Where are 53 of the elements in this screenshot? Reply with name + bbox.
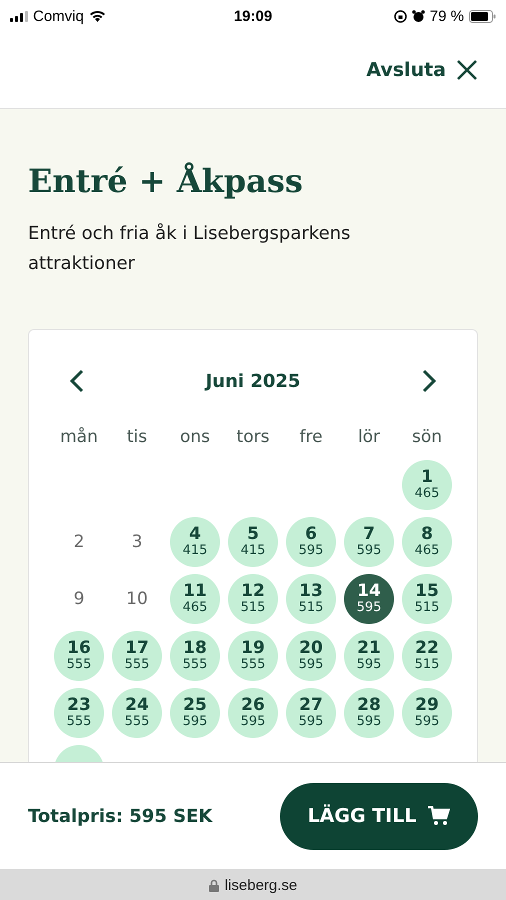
calendar-day[interactable]: 22 515 bbox=[402, 631, 452, 681]
page-subtitle: Entré och fria åk i Lisebergsparkens attraktioner bbox=[28, 222, 352, 276]
calendar-day[interactable]: 1 465 bbox=[402, 460, 452, 510]
calendar-day: 3 bbox=[132, 532, 142, 552]
month-title: Juni 2025 bbox=[206, 370, 300, 392]
calendar-day[interactable]: 24 555 bbox=[112, 688, 162, 738]
calendar-day[interactable]: 21 595 bbox=[344, 631, 394, 681]
calendar-day[interactable]: 12 515 bbox=[228, 574, 278, 624]
calendar-day: 9 bbox=[74, 589, 84, 609]
cart-icon bbox=[428, 806, 450, 826]
clock-time: 19:09 bbox=[234, 8, 272, 24]
close-icon bbox=[456, 59, 478, 81]
weekday-label: lör bbox=[356, 427, 382, 449]
add-to-cart-button[interactable]: LÄGG TILL bbox=[280, 782, 478, 850]
calendar-day[interactable]: 29 595 bbox=[402, 688, 452, 738]
calendar-day[interactable]: 27 595 bbox=[286, 688, 336, 738]
calendar-day[interactable]: 7 595 bbox=[344, 517, 394, 567]
calendar-day: 2 bbox=[74, 532, 84, 552]
weekday-label: sön bbox=[410, 427, 444, 449]
calendar-day[interactable]: 20 595 bbox=[286, 631, 336, 681]
weekday-label: fre bbox=[298, 427, 324, 449]
carrier-name: Comviq bbox=[33, 8, 84, 24]
signal-icon bbox=[10, 10, 28, 22]
url-text: liseberg.se bbox=[224, 876, 298, 894]
calendar-day[interactable]: 28 595 bbox=[344, 688, 394, 738]
calendar-day: 10 bbox=[126, 589, 148, 609]
calendar-day[interactable]: 25 595 bbox=[170, 688, 220, 738]
weekday-label: mån bbox=[59, 427, 99, 449]
calendar-day[interactable]: 5 415 bbox=[228, 517, 278, 567]
lock-icon bbox=[208, 878, 219, 892]
calendar-day[interactable]: 8 465 bbox=[402, 517, 452, 567]
calendar-day[interactable]: 23 555 bbox=[54, 688, 104, 738]
calendar-day[interactable]: 11 465 bbox=[170, 574, 220, 624]
calendar-day[interactable]: 18 555 bbox=[170, 631, 220, 681]
close-button[interactable]: Avsluta bbox=[366, 59, 478, 81]
weekday-label: ons bbox=[178, 427, 212, 449]
calendar-day[interactable]: 4 415 bbox=[170, 517, 220, 567]
calendar-day[interactable]: 19 555 bbox=[228, 631, 278, 681]
calendar-day[interactable]: 16 555 bbox=[54, 631, 104, 681]
battery-percentage: 79 % bbox=[430, 8, 464, 24]
page-title: Entré + Åkpass bbox=[28, 161, 304, 201]
calendar-day[interactable]: 13 515 bbox=[286, 574, 336, 624]
calendar-day[interactable]: 17 555 bbox=[112, 631, 162, 681]
calendar-day[interactable]: 26 595 bbox=[228, 688, 278, 738]
calendar-day[interactable]: 15 515 bbox=[402, 574, 452, 624]
weekday-label: tis bbox=[126, 427, 148, 449]
calendar-day[interactable]: 14 595 bbox=[344, 574, 394, 624]
weekday-label: tors bbox=[236, 427, 270, 449]
calendar-day[interactable]: 6 595 bbox=[286, 517, 336, 567]
battery-icon bbox=[469, 10, 496, 22]
total-price: Totalpris: 595 SEK bbox=[28, 806, 212, 826]
rotation-lock-icon bbox=[394, 10, 407, 22]
wifi-icon bbox=[88, 10, 106, 22]
